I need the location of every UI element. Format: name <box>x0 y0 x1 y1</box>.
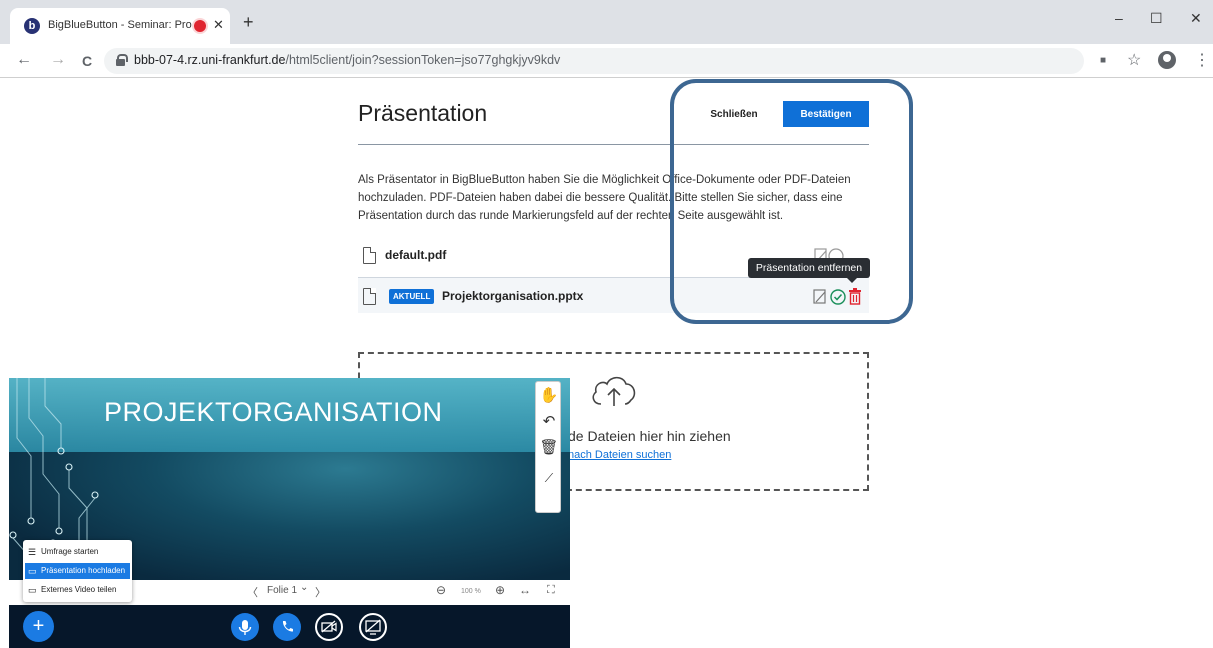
presentation-icon: ▭ <box>28 566 37 576</box>
lock-icon <box>116 54 128 66</box>
reload-button[interactable]: C <box>82 53 92 69</box>
window-close-button[interactable]: ✕ <box>1190 10 1202 27</box>
document-icon <box>363 247 376 264</box>
menu-item-label: Umfrage starten <box>41 547 99 556</box>
fit-to-width-icon[interactable]: ↔ <box>519 583 531 597</box>
zoom-level: 100 % <box>461 588 481 595</box>
back-button[interactable]: ← <box>16 51 32 69</box>
remove-presentation-tooltip: Präsentation entfernen <box>748 258 870 283</box>
menu-item-label: Externes Video teilen <box>41 585 117 594</box>
close-button[interactable]: Schließen <box>698 102 770 126</box>
modal-description: Als Präsentator in BigBlueButton haben S… <box>358 174 851 222</box>
menu-item-label: Präsentation hochladen <box>41 566 126 575</box>
bigbluebutton-favicon-icon: b <box>24 18 40 34</box>
header-divider <box>358 144 869 145</box>
whiteboard-toolbar: ✋ ↶ 🗑 ⟋ <box>535 381 561 513</box>
address-bar[interactable]: bbb-07-4.rz.uni-frankfurt.de/html5client… <box>104 48 1084 74</box>
microphone-button[interactable] <box>231 613 259 641</box>
tab-close-button[interactable]: ✕ <box>213 17 224 33</box>
minimize-button[interactable]: – <box>1115 10 1123 26</box>
menu-item-share-external-video[interactable]: ▭ Externes Video teilen <box>25 582 130 598</box>
actions-plus-button[interactable]: + <box>23 611 54 642</box>
phone-icon <box>282 621 293 632</box>
bbb-client-crop: PROJEKTORGANISATION ✋ ↶ 🗑 ⟋ 〈 Folie 1 ⌄ … <box>9 378 570 648</box>
actions-menu: ☰ Umfrage starten ▭ Präsentation hochlad… <box>23 540 132 602</box>
recording-indicator-icon <box>194 20 206 32</box>
audio-button[interactable] <box>273 613 301 641</box>
fullscreen-icon[interactable]: ⛶ <box>547 584 555 597</box>
file-name: Projektorganisation.pptx <box>442 289 584 303</box>
camera-icon[interactable]: ■ <box>1100 55 1106 66</box>
camera-off-icon <box>321 620 337 633</box>
microphone-icon <box>238 620 252 635</box>
dropzone-text: de Dateien hier hin ziehen <box>568 428 731 444</box>
screenshare-off-icon <box>365 619 381 635</box>
browser-tab-strip: b BigBlueButton - Seminar: Pro ✕ + – ☐ ✕ <box>0 0 1213 44</box>
zoom-out-icon[interactable]: ⊖ <box>436 583 446 597</box>
confirm-button[interactable]: Bestätigen <box>783 101 869 127</box>
file-row-current[interactable]: AKTUELL Projektorganisation.pptx <box>358 277 869 313</box>
poll-icon: ☰ <box>28 547 37 557</box>
trash-icon[interactable] <box>848 288 862 305</box>
file-name: default.pdf <box>385 248 447 262</box>
screenshare-button[interactable] <box>359 613 387 641</box>
clear-annotations-trash-icon[interactable]: 🗑 <box>536 435 562 461</box>
profile-avatar-icon[interactable] <box>1158 51 1176 69</box>
slide-title: PROJEKTORGANISATION <box>104 397 443 427</box>
tab-title: BigBlueButton - Seminar: Pro <box>48 19 192 31</box>
browser-menu-icon[interactable]: ⋮ <box>1194 50 1210 70</box>
url-host: bbb-07-4.rz.uni-frankfurt.de <box>134 53 286 67</box>
slide-selector[interactable]: Folie 1 <box>267 585 297 596</box>
action-bar: + <box>9 605 570 648</box>
zoom-in-icon[interactable]: ⊕ <box>495 583 505 597</box>
new-tab-button[interactable]: + <box>243 13 254 31</box>
next-slide-button[interactable]: 〉 <box>315 584 326 600</box>
chevron-down-icon[interactable]: ⌄ <box>300 582 308 593</box>
url-text: bbb-07-4.rz.uni-frankfurt.de/html5client… <box>134 53 560 67</box>
current-badge: AKTUELL <box>389 289 435 304</box>
cloud-upload-icon <box>592 376 636 406</box>
menu-item-start-poll[interactable]: ☰ Umfrage starten <box>25 544 130 560</box>
undo-icon[interactable]: ↶ <box>536 409 562 435</box>
url-path: /html5client/join?sessionToken=jso77ghgk… <box>285 53 561 67</box>
hand-tool-icon[interactable]: ✋ <box>536 383 562 409</box>
browser-tab[interactable]: b BigBlueButton - Seminar: Pro ✕ <box>10 8 230 44</box>
current-presentation-check-icon[interactable] <box>830 289 846 305</box>
download-toggle-icon[interactable] <box>813 288 827 306</box>
multi-user-whiteboard-icon[interactable]: ⟋ <box>536 465 562 491</box>
maximize-button[interactable]: ☐ <box>1150 10 1163 27</box>
document-icon <box>363 288 376 305</box>
previous-slide-button[interactable]: 〈 <box>247 584 258 600</box>
webcam-button[interactable] <box>315 613 343 641</box>
modal-title: Präsentation <box>358 100 488 126</box>
forward-button[interactable]: → <box>50 51 66 69</box>
menu-item-upload-presentation[interactable]: ▭ Präsentation hochladen <box>25 563 130 579</box>
video-icon: ▭ <box>28 585 37 595</box>
bookmark-star-icon[interactable]: ☆ <box>1127 50 1141 70</box>
browser-toolbar: ← → C bbb-07-4.rz.uni-frankfurt.de/html5… <box>0 44 1213 78</box>
browse-files-link[interactable]: nach Dateien suchen <box>568 449 671 461</box>
